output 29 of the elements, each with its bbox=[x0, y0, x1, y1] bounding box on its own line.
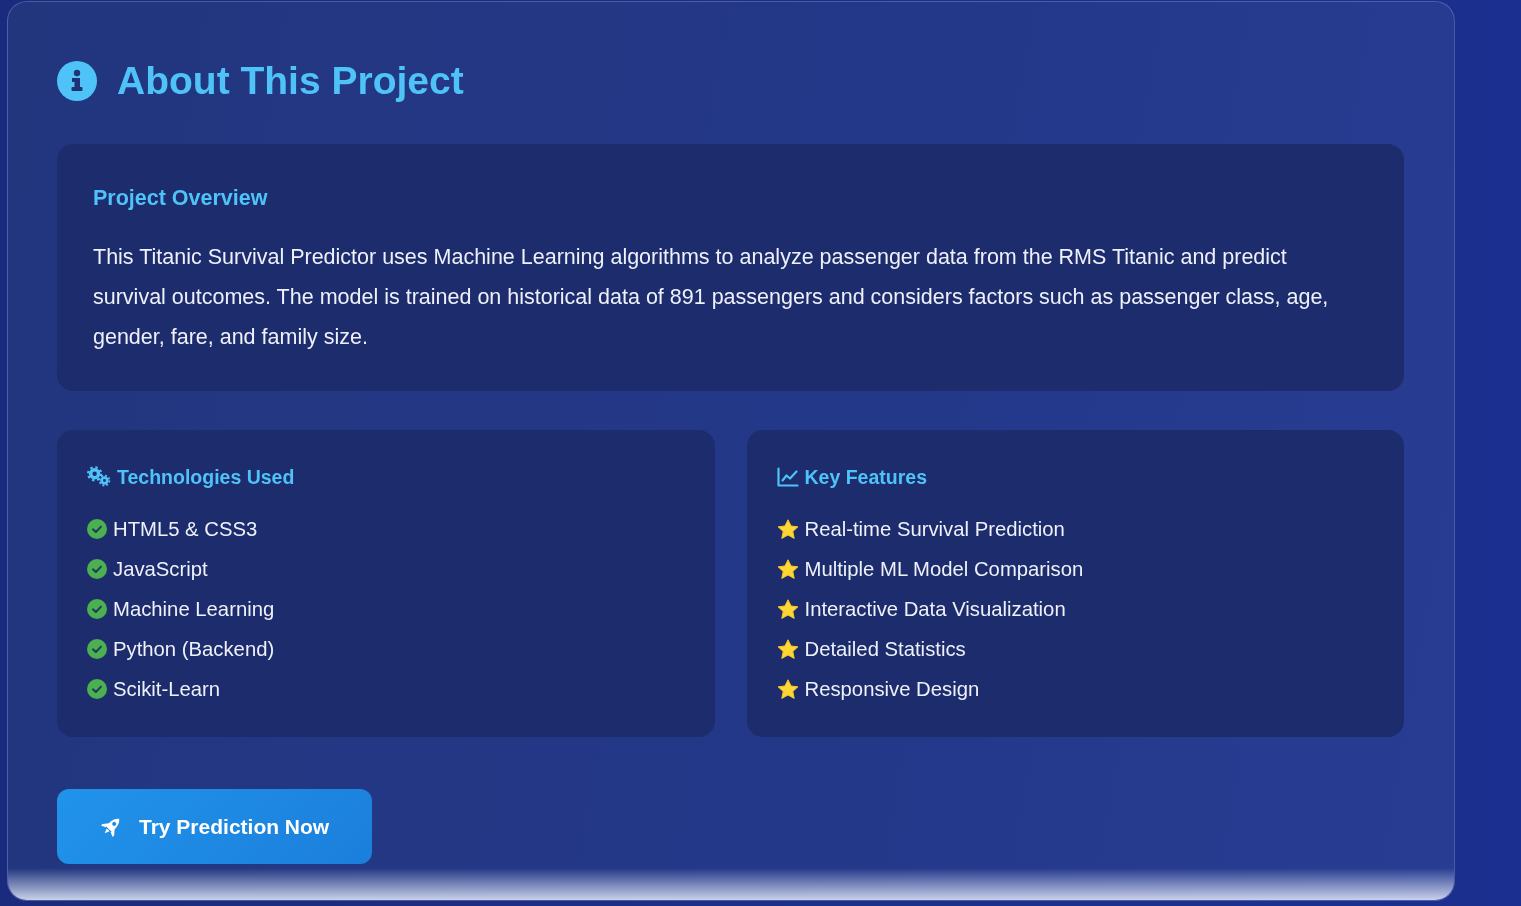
list-item-text: Machine Learning bbox=[113, 597, 275, 622]
section-title: About This Project bbox=[117, 59, 464, 103]
check-circle-icon bbox=[87, 559, 107, 579]
star-icon bbox=[776, 558, 799, 580]
check-circle-icon bbox=[87, 679, 107, 699]
overview-text: This Titanic Survival Predictor uses Machine Learning algorithms to analyze passenger data from the RMS Titanic and predict survival outcomes. The model is trained on historical data of 891 passengers and considers factors such as passenger class, age, gender, fare, and family size. bbox=[93, 244, 1330, 351]
check-circle-icon bbox=[87, 599, 107, 619]
gears-icon bbox=[87, 465, 111, 487]
check-circle-icon bbox=[87, 639, 107, 659]
star-icon bbox=[776, 638, 799, 660]
list-item-text: Interactive Data Visualization bbox=[804, 597, 1066, 622]
list-item-text: Scikit-Learn bbox=[113, 677, 221, 702]
try-prediction-button[interactable]: Try Prediction Now bbox=[57, 789, 372, 864]
list-item-text: Python (Backend) bbox=[113, 637, 275, 662]
list-item-text: Multiple ML Model Comparison bbox=[804, 557, 1084, 582]
list-item-text: HTML5 & CSS3 bbox=[113, 517, 258, 542]
star-icon bbox=[776, 518, 799, 540]
star-icon bbox=[776, 678, 799, 700]
check-circle-icon bbox=[87, 519, 107, 539]
list-item-text: JavaScript bbox=[113, 557, 208, 582]
panel-heading: Technologies Used bbox=[117, 465, 295, 490]
panel-heading: Key Features bbox=[804, 465, 927, 490]
list-item-text: Detailed Statistics bbox=[804, 637, 966, 662]
star-icon bbox=[776, 598, 799, 620]
list-item-text: Responsive Design bbox=[804, 677, 980, 702]
info-icon bbox=[57, 61, 97, 101]
list-item-text: Real-time Survival Prediction bbox=[804, 517, 1065, 542]
line-chart-icon bbox=[776, 467, 799, 487]
overview-heading: Project Overview bbox=[93, 185, 269, 212]
